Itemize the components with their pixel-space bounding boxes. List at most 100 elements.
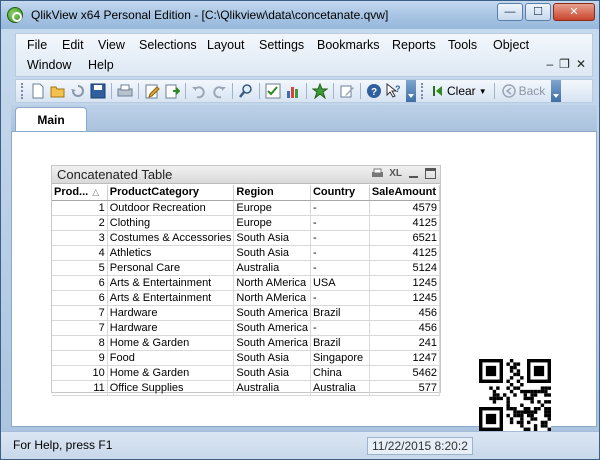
cell-country[interactable]: - xyxy=(310,215,370,231)
cell-sale-amount[interactable]: 5462 xyxy=(369,365,441,381)
open-icon[interactable] xyxy=(50,83,66,99)
menu-file[interactable]: File xyxy=(27,38,47,52)
menu-reports[interactable]: Reports xyxy=(392,38,436,52)
select-fields-icon[interactable] xyxy=(265,83,281,99)
print-icon[interactable] xyxy=(117,83,133,99)
undo-icon[interactable] xyxy=(191,83,207,99)
cell-product-category[interactable]: Arts & Entertainment xyxy=(107,290,235,306)
cell-sale-amount[interactable]: 1245 xyxy=(369,290,441,306)
cell-product-category[interactable]: Personal Care xyxy=(107,260,235,276)
cell-product-category[interactable]: Clothing xyxy=(107,215,235,231)
cell-country[interactable]: China xyxy=(310,365,370,381)
cell-region[interactable]: North AMerica xyxy=(233,275,311,291)
table-row[interactable]: 10 Home & Garden South Asia China 5462 xyxy=(52,365,441,381)
table-row[interactable]: 8 Home & Garden South America Brazil 241 xyxy=(52,335,441,351)
cell-product-id[interactable]: 8 xyxy=(52,335,108,351)
cell-product-category[interactable]: Costumes & Accessories xyxy=(107,230,235,246)
cell-sale-amount[interactable]: 4125 xyxy=(369,215,441,231)
edit-script-icon[interactable] xyxy=(144,83,160,99)
search-icon[interactable] xyxy=(238,83,254,99)
cell-sale-amount[interactable]: 456 xyxy=(369,305,441,321)
cell-product-category[interactable]: Food xyxy=(107,350,235,366)
table-row[interactable]: 2 Clothing Europe -4125 xyxy=(52,215,441,231)
cell-product-id[interactable]: 6 xyxy=(52,290,108,306)
help-icon[interactable]: ? xyxy=(366,83,382,99)
maximize-button[interactable]: ☐ xyxy=(525,3,551,21)
redo-icon[interactable] xyxy=(211,83,227,99)
cell-product-id[interactable]: 9 xyxy=(52,350,108,366)
menu-selections[interactable]: Selections xyxy=(139,38,197,52)
cell-product-id[interactable]: 1 xyxy=(52,200,108,216)
column-header-product-category[interactable]: ProductCategory xyxy=(107,185,235,201)
column-header-sale-amount[interactable]: SaleAmount xyxy=(369,185,441,201)
toolbar-grip[interactable] xyxy=(21,83,25,99)
cell-region[interactable]: South Asia xyxy=(233,230,311,246)
export-icon[interactable] xyxy=(164,83,181,99)
new-chart-icon[interactable] xyxy=(285,83,301,99)
cell-region[interactable]: Australia xyxy=(233,380,311,396)
add-bookmark-icon[interactable] xyxy=(311,82,329,100)
cell-country[interactable]: Brazil xyxy=(310,305,370,321)
cell-sale-amount[interactable]: 4125 xyxy=(369,245,441,261)
cell-product-category[interactable]: Hardware xyxy=(107,320,235,336)
new-icon[interactable] xyxy=(30,83,46,99)
tab-main[interactable]: Main xyxy=(15,107,87,133)
table-row[interactable]: 3 Costumes & Accessories South Asia -6521 xyxy=(52,230,441,246)
cell-product-id[interactable]: 4 xyxy=(52,245,108,261)
cell-sale-amount[interactable]: 1245 xyxy=(369,275,441,291)
cell-country[interactable]: - xyxy=(310,320,370,336)
cell-country[interactable]: - xyxy=(310,290,370,306)
cell-product-category[interactable]: Home & Garden xyxy=(107,365,235,381)
table-row[interactable]: 7 Hardware South America Brazil 456 xyxy=(52,305,441,321)
mdi-minimize-button[interactable]: – xyxy=(546,57,553,71)
column-header-region[interactable]: Region xyxy=(233,185,311,201)
cell-region[interactable]: South America xyxy=(233,320,311,336)
cell-sale-amount[interactable]: 5124 xyxy=(369,260,441,276)
toolbar-overflow-chevron[interactable] xyxy=(406,80,416,102)
minimize-button[interactable]: — xyxy=(497,3,523,21)
cell-product-category[interactable]: Outdoor Recreation xyxy=(107,200,235,216)
menu-window[interactable]: Window xyxy=(27,58,71,72)
cell-region[interactable]: South Asia xyxy=(233,365,311,381)
menu-settings[interactable]: Settings xyxy=(259,38,304,52)
cell-region[interactable]: South America xyxy=(233,305,311,321)
cell-sale-amount[interactable]: 4579 xyxy=(369,200,441,216)
toolbar-grip[interactable] xyxy=(421,83,425,99)
whats-this-icon[interactable]: ? xyxy=(386,82,402,99)
cell-country[interactable]: - xyxy=(310,245,370,261)
mdi-close-button[interactable]: ✕ xyxy=(576,57,586,71)
cell-sale-amount[interactable]: 1247 xyxy=(369,350,441,366)
cell-country[interactable]: - xyxy=(310,200,370,216)
menu-help[interactable]: Help xyxy=(88,58,114,72)
cell-product-id[interactable]: 2 xyxy=(52,215,108,231)
table-row[interactable]: 6 Arts & Entertainment North AMerica -1245 xyxy=(52,290,441,306)
cell-country[interactable]: - xyxy=(310,260,370,276)
cell-sale-amount[interactable]: 577 xyxy=(369,380,441,396)
cell-product-category[interactable]: Arts & Entertainment xyxy=(107,275,235,291)
reload-icon[interactable] xyxy=(70,83,86,99)
cell-region[interactable]: South Asia xyxy=(233,245,311,261)
cell-region[interactable]: Australia xyxy=(233,260,311,276)
cell-product-id[interactable]: 11 xyxy=(52,380,108,396)
qlikview-app-icon[interactable] xyxy=(7,7,23,23)
print-icon[interactable] xyxy=(372,168,384,179)
cell-region[interactable]: South Asia xyxy=(233,350,311,366)
mdi-restore-button[interactable]: ❐ xyxy=(559,57,570,71)
cell-country[interactable]: USA xyxy=(310,275,370,291)
menu-layout[interactable]: Layout xyxy=(207,38,245,52)
menu-tools[interactable]: Tools xyxy=(448,38,477,52)
maximize-icon[interactable] xyxy=(425,168,436,179)
close-button[interactable]: ✕ xyxy=(553,3,595,21)
title-bar[interactable]: QlikView x64 Personal Edition - [C:\Qlik… xyxy=(1,1,599,29)
cell-country[interactable]: Singapore xyxy=(310,350,370,366)
column-header-country[interactable]: Country xyxy=(310,185,370,201)
cell-region[interactable]: South America xyxy=(233,335,311,351)
cell-product-id[interactable]: 5 xyxy=(52,260,108,276)
cell-product-category[interactable]: Home & Garden xyxy=(107,335,235,351)
cell-product-id[interactable]: 6 xyxy=(52,275,108,291)
cell-product-category[interactable]: Office Supplies xyxy=(107,380,235,396)
table-row[interactable]: 7 Hardware South America -456 xyxy=(52,320,441,336)
cell-sale-amount[interactable]: 6521 xyxy=(369,230,441,246)
table-row[interactable]: 9 Food South Asia Singapore 1247 xyxy=(52,350,441,366)
save-icon[interactable] xyxy=(90,83,106,99)
